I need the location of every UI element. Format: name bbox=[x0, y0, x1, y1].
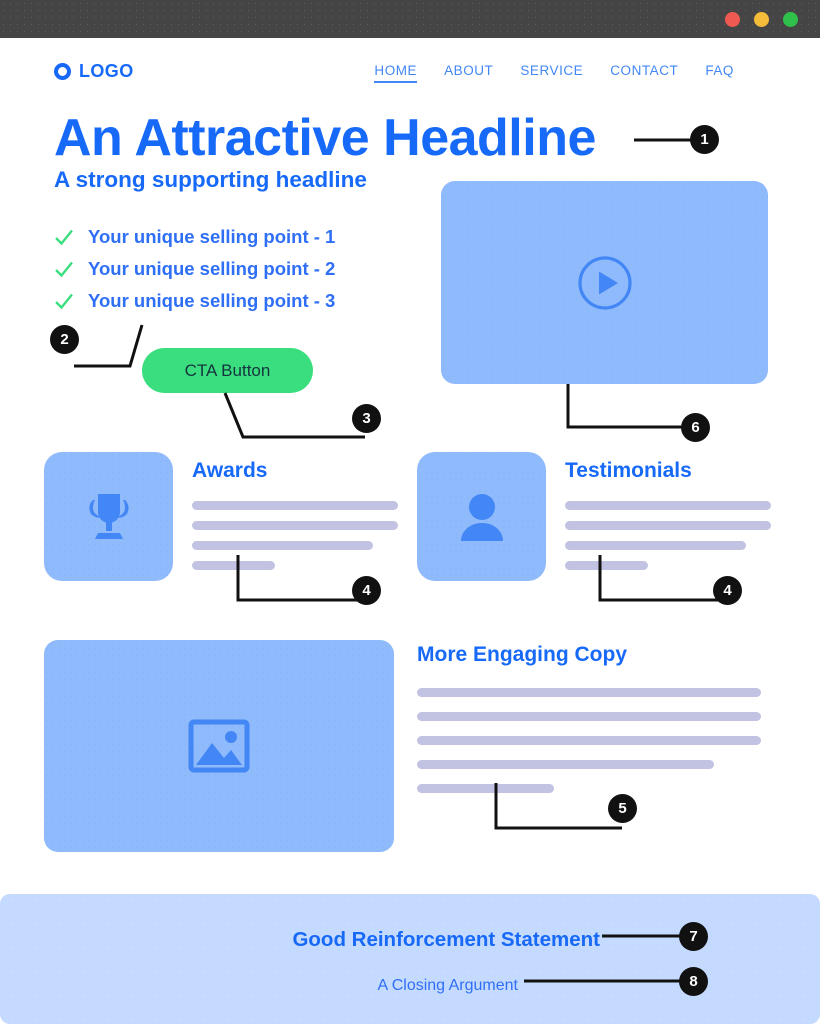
callout-leader-3 bbox=[223, 392, 365, 439]
close-window-icon[interactable] bbox=[725, 12, 740, 27]
callout-leader-5 bbox=[494, 783, 622, 830]
selling-points-list: Your unique selling point - 1 Your uniqu… bbox=[54, 221, 414, 317]
check-icon bbox=[55, 261, 73, 278]
image-placeholder bbox=[44, 640, 394, 852]
page-content: LOGO HOME ABOUT SERVICE CONTACT FAQ An A… bbox=[0, 38, 820, 1024]
text-placeholder-bar bbox=[565, 501, 771, 510]
main-nav: HOME ABOUT SERVICE CONTACT FAQ bbox=[374, 63, 734, 83]
callout-marker-2[interactable]: 2 bbox=[50, 325, 79, 354]
testimonials-icon-placeholder bbox=[417, 452, 546, 581]
text-placeholder-bar bbox=[417, 736, 761, 745]
site-header: LOGO HOME ABOUT SERVICE CONTACT FAQ bbox=[0, 48, 820, 100]
minimize-window-icon[interactable] bbox=[754, 12, 769, 27]
text-placeholder-bar bbox=[565, 521, 771, 530]
callout-marker-1[interactable]: 1 bbox=[690, 125, 719, 154]
callout-marker-7[interactable]: 7 bbox=[679, 922, 708, 951]
list-item: Your unique selling point - 3 bbox=[54, 285, 414, 317]
window-titlebar bbox=[0, 0, 820, 38]
callout-marker-8[interactable]: 8 bbox=[679, 967, 708, 996]
list-item-label: Your unique selling point - 3 bbox=[88, 290, 336, 311]
callout-leader-4a bbox=[236, 555, 366, 602]
circle-ring-icon bbox=[54, 63, 71, 80]
text-placeholder-bar bbox=[417, 760, 714, 769]
window-controls bbox=[725, 12, 798, 27]
cta-button[interactable]: CTA Button bbox=[142, 348, 313, 393]
text-placeholder-bar bbox=[565, 541, 746, 550]
nav-item-service[interactable]: SERVICE bbox=[520, 63, 583, 83]
footer-banner: Good Reinforcement Statement A Closing A… bbox=[0, 894, 820, 1024]
logo-text: LOGO bbox=[79, 61, 134, 81]
logo[interactable]: LOGO bbox=[54, 61, 134, 82]
copy-section-title: More Engaging Copy bbox=[417, 643, 627, 666]
text-placeholder-bar bbox=[192, 541, 373, 550]
list-item-label: Your unique selling point - 2 bbox=[88, 258, 336, 279]
text-placeholder-bar bbox=[192, 521, 398, 530]
callout-marker-3[interactable]: 3 bbox=[352, 404, 381, 433]
list-item-label: Your unique selling point - 1 bbox=[88, 226, 336, 247]
person-icon bbox=[460, 493, 503, 541]
page-title: An Attractive Headline bbox=[54, 109, 596, 167]
maximize-window-icon[interactable] bbox=[783, 12, 798, 27]
image-placeholder-icon bbox=[188, 719, 250, 773]
callout-leader-4b bbox=[598, 555, 728, 602]
check-icon bbox=[55, 229, 73, 246]
callout-marker-4-awards[interactable]: 4 bbox=[352, 576, 381, 605]
feature-title: Testimonials bbox=[565, 459, 692, 482]
feature-title: Awards bbox=[192, 459, 268, 482]
play-circle-icon bbox=[577, 255, 632, 310]
callout-leader-6 bbox=[566, 384, 696, 429]
callout-leader-8 bbox=[524, 979, 694, 983]
video-placeholder[interactable] bbox=[441, 181, 768, 384]
nav-item-about[interactable]: ABOUT bbox=[444, 63, 493, 83]
trophy-icon bbox=[88, 493, 129, 539]
nav-item-faq[interactable]: FAQ bbox=[705, 63, 734, 83]
callout-marker-4-testimonials[interactable]: 4 bbox=[713, 576, 742, 605]
footer-secondary-text: A Closing Argument bbox=[377, 977, 518, 994]
text-placeholder-bar bbox=[417, 712, 761, 721]
callout-marker-5[interactable]: 5 bbox=[608, 794, 637, 823]
page-subtitle: A strong supporting headline bbox=[54, 167, 367, 192]
browser-window: LOGO HOME ABOUT SERVICE CONTACT FAQ An A… bbox=[0, 0, 820, 1024]
callout-leader-2 bbox=[74, 324, 144, 368]
awards-icon-placeholder bbox=[44, 452, 173, 581]
nav-item-contact[interactable]: CONTACT bbox=[610, 63, 678, 83]
check-icon bbox=[55, 293, 73, 310]
callout-marker-6[interactable]: 6 bbox=[681, 413, 710, 442]
text-placeholder-bar bbox=[192, 501, 398, 510]
text-placeholder-bar bbox=[417, 688, 761, 697]
nav-item-home[interactable]: HOME bbox=[374, 63, 418, 83]
footer-primary-text: Good Reinforcement Statement bbox=[292, 928, 600, 951]
copy-bars bbox=[417, 688, 772, 793]
list-item: Your unique selling point - 2 bbox=[54, 253, 414, 285]
list-item: Your unique selling point - 1 bbox=[54, 221, 414, 253]
